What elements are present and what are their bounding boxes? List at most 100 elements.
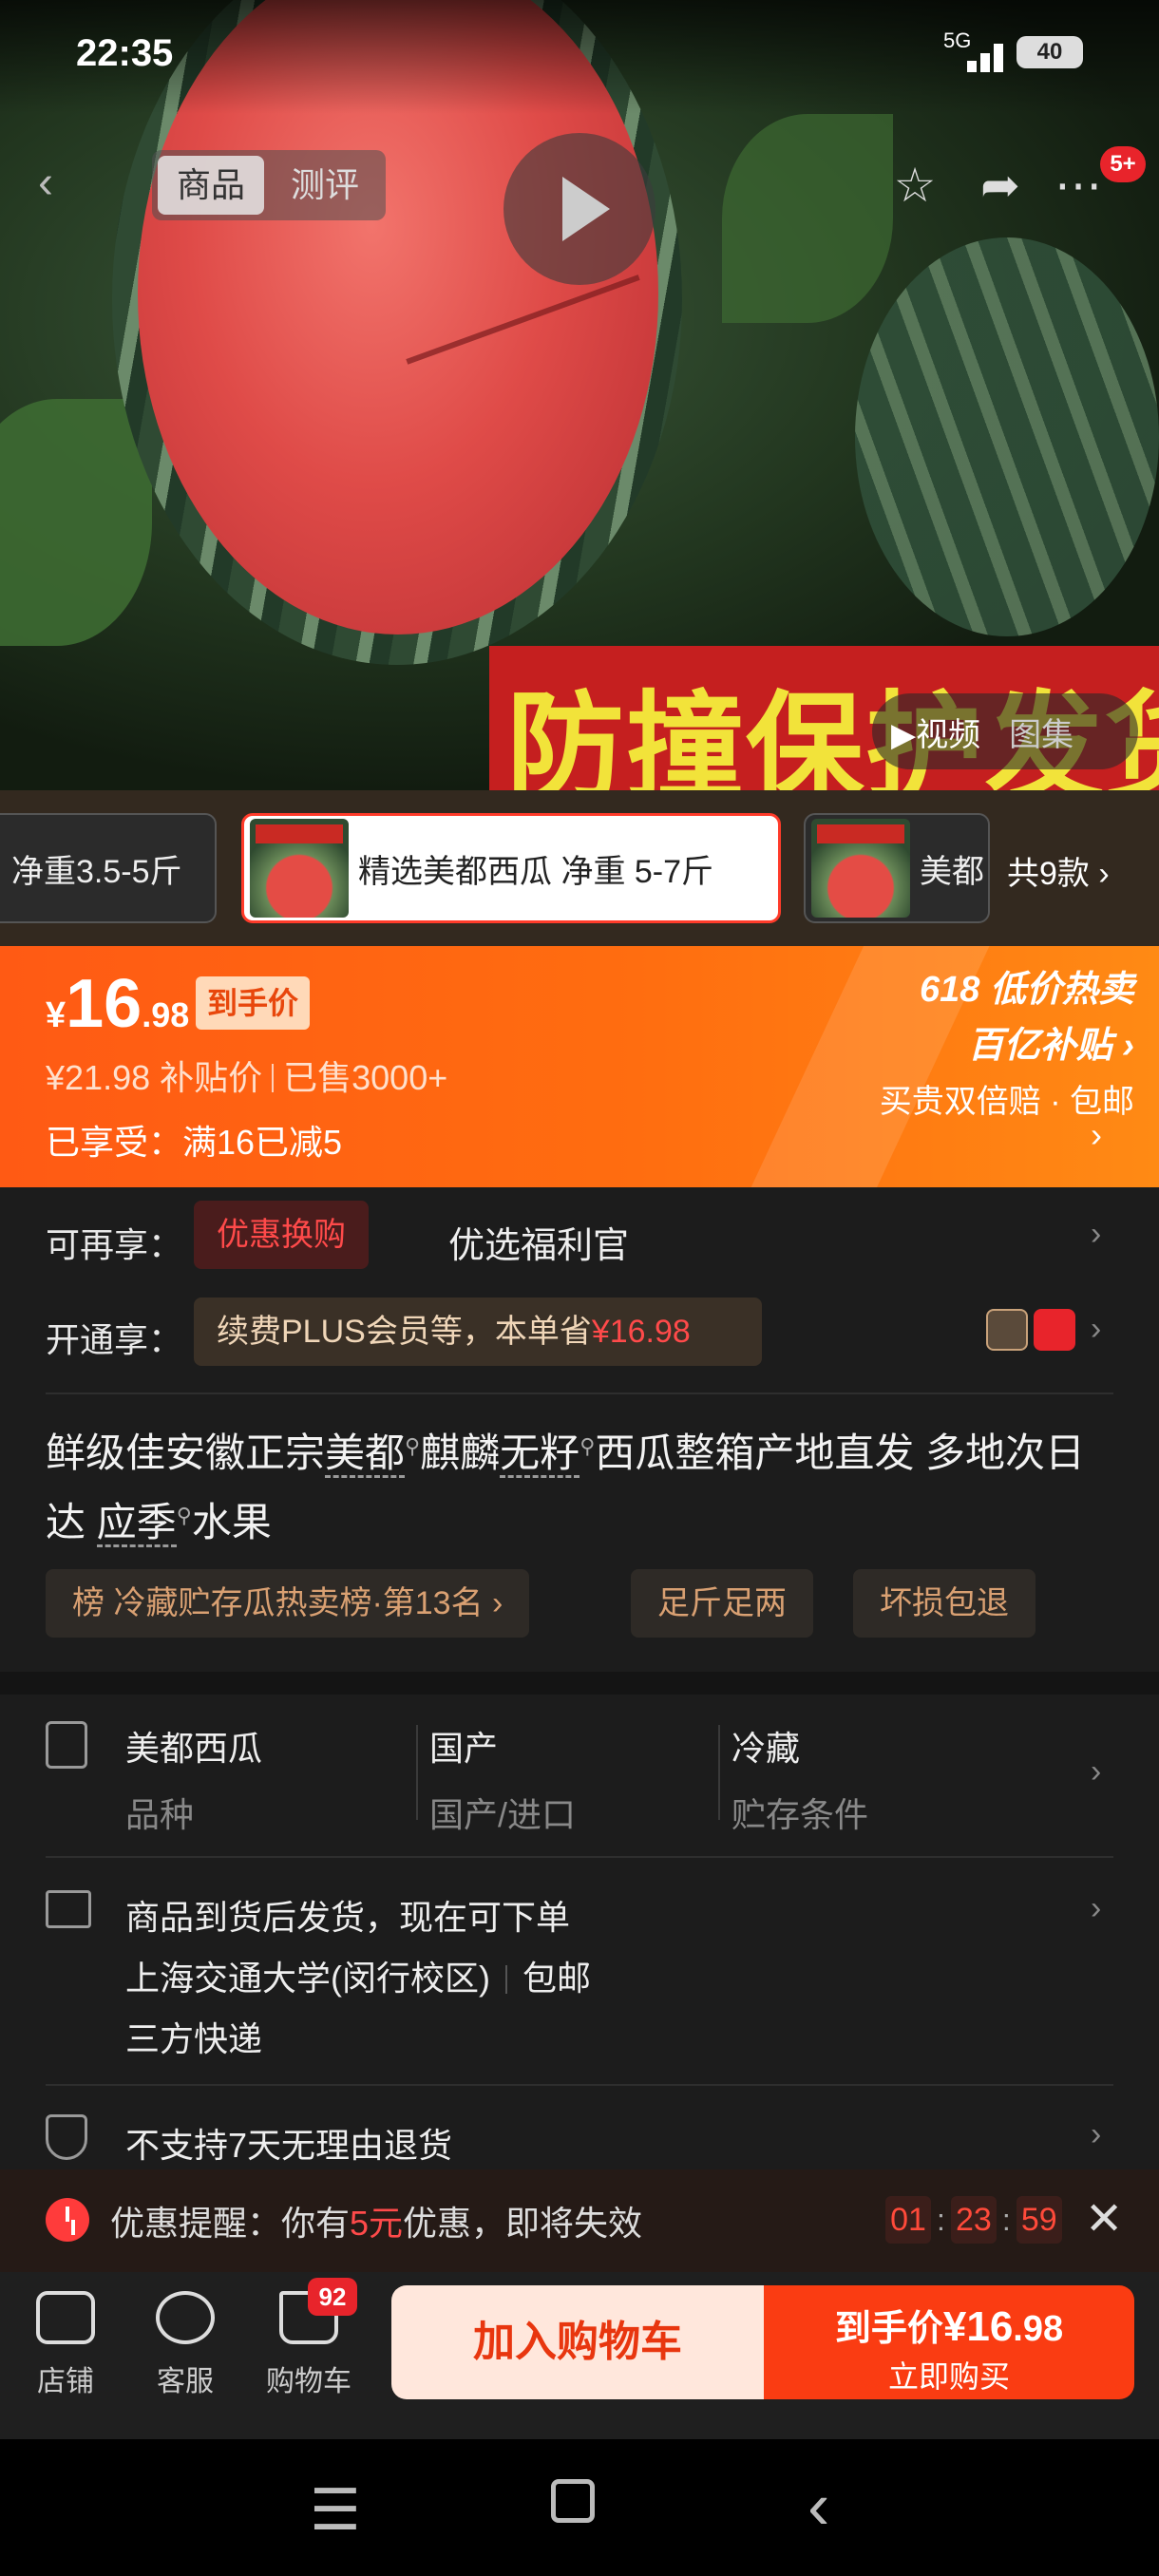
back-nav-icon[interactable]: ‹ — [808, 2468, 829, 2544]
battery-icon: 40 — [1016, 36, 1083, 68]
shipping-carrier: 三方快递 — [125, 2019, 263, 2058]
store-label: 店铺 — [37, 2366, 94, 2397]
media-tab-video[interactable]: ▶视频 — [891, 709, 980, 755]
title-text: 麒麟 — [420, 1430, 501, 1475]
title-keyword[interactable]: 应季 — [96, 1500, 177, 1547]
chevron-right-icon[interactable]: › — [1091, 1311, 1101, 1348]
timer-seconds: 59 — [1016, 2196, 1062, 2244]
attribute-origin[interactable]: 国产 国产/进口 — [429, 1721, 576, 1837]
tab-product[interactable]: 商品 — [158, 156, 264, 215]
welfare-text[interactable]: 优选福利官 — [448, 1216, 629, 1268]
title-keyword[interactable]: 美都 — [325, 1430, 406, 1478]
plus-text: 续费PLUS会员等，本单省 — [217, 1314, 592, 1350]
search-icon: ⚲ — [176, 1504, 192, 1527]
crown-icon — [986, 1309, 1028, 1351]
play-icon[interactable] — [504, 133, 656, 285]
divider — [46, 1856, 1113, 1858]
buy-now-button[interactable]: 到手价¥16.98 立即购买 — [764, 2285, 1134, 2399]
countdown-timer: 01: 23: 59 — [885, 2196, 1062, 2244]
attribute-key: 国产/进口 — [429, 1795, 577, 1834]
product-title: 鲜级佳安徽正宗美都⚲麒麟无籽⚲西瓜整箱产地直发 多地次日达 应季⚲水果 — [46, 1415, 1119, 1554]
top-tabs: 商品 测评 — [152, 150, 386, 220]
plus-row-label: 开通享： — [46, 1320, 183, 1359]
attribute-key: 品种 — [125, 1795, 195, 1834]
attribute-value: 冷藏 — [732, 1729, 801, 1768]
variant-label: 精选美都西瓜 净重 5-7斤 — [358, 853, 714, 890]
discount-applied[interactable]: 已享受：满16已减5 — [46, 1115, 342, 1165]
variant-count-button[interactable]: 共9款 › — [1007, 847, 1110, 894]
title-keyword[interactable]: 无籽 — [500, 1430, 580, 1478]
close-icon[interactable]: ✕ — [1085, 2192, 1123, 2245]
shipping-destination[interactable]: 上海交通大学(闵行校区) 包邮 — [125, 1951, 591, 2000]
add-to-cart-button[interactable]: 加入购物车 — [391, 2285, 764, 2399]
background-melon — [855, 237, 1159, 636]
chevron-right-icon[interactable]: › — [1091, 1216, 1101, 1253]
promo-618: 618 低价热卖 — [920, 970, 1134, 1010]
promo-block[interactable]: 618 低价热卖 百亿补贴 › 买贵双倍赔 · 包邮 — [880, 959, 1134, 1122]
feature-tag: 坏损包退 — [853, 1569, 1036, 1638]
coupon-reminder[interactable]: 优惠提醒：你有5元优惠，即将失效 01: 23: 59 ✕ — [0, 2169, 1159, 2272]
buy-price-line: 到手价¥16.98 — [764, 2299, 1134, 2351]
price-sub: ¥21.98 补贴价 已售3000+ — [46, 1051, 447, 1100]
attribute-key: 贮存条件 — [732, 1795, 869, 1834]
free-shipping: 包邮 — [522, 1959, 591, 1998]
reminder-suffix: 优惠，即将失效 — [403, 2204, 643, 2243]
product-hero-image[interactable]: 22:35 5G 40 ‹ 商品 测评 ☆ ➦ ⋯ 5+ 防撞保护发货 ▶视频 … — [0, 0, 1159, 790]
final-price-tag: 到手价 — [196, 976, 311, 1030]
shipping-location: 上海交通大学(闵行校区) — [125, 1959, 490, 1998]
divider — [46, 1392, 1113, 1394]
leaf — [722, 114, 893, 323]
ranking-tag[interactable]: 榜 冷藏贮存瓜热卖榜·第13名 › — [46, 1569, 530, 1638]
reminder-prefix: 优惠提醒：你有 — [110, 2204, 351, 2243]
variant-option[interactable]: 美都 — [804, 813, 990, 923]
tab-review[interactable]: 测评 — [272, 156, 378, 215]
back-icon[interactable]: ‹ — [38, 157, 95, 214]
search-icon: ⚲ — [405, 1434, 421, 1458]
original-price: ¥21.98 — [46, 1058, 151, 1097]
store-icon — [36, 2291, 95, 2344]
service-button[interactable]: 客服 — [133, 2291, 238, 2399]
promo-subsidy: 百亿补贴 › — [967, 1026, 1134, 1066]
coupon-row-label: 可再享： — [46, 1225, 183, 1264]
exchange-coupon-pill[interactable]: 优惠换购 — [194, 1201, 369, 1269]
chevron-right-icon[interactable]: › — [1091, 1890, 1101, 1927]
variant-strip: 净重3.5-5斤 精选美都西瓜 净重 5-7斤 美都 共9款 › — [0, 790, 1159, 946]
star-icon[interactable]: ☆ — [882, 152, 948, 218]
search-icon: ⚲ — [580, 1434, 596, 1458]
variant-option-selected[interactable]: 精选美都西瓜 净重 5-7斤 — [241, 813, 781, 923]
status-bar: 22:35 5G 40 — [0, 0, 1159, 114]
plus-membership-pill[interactable]: 续费PLUS会员等，本单省¥16.98 — [194, 1297, 762, 1366]
sold-count: 已售3000+ — [283, 1058, 448, 1097]
store-button[interactable]: 店铺 — [13, 2291, 118, 2399]
chevron-right-icon[interactable]: › — [1091, 2116, 1101, 2153]
attribute-storage[interactable]: 冷藏 贮存条件 — [732, 1721, 868, 1837]
price-main: ¥16.98 — [46, 965, 189, 1043]
message-badge: 5+ — [1100, 146, 1146, 182]
variant-thumbnail — [811, 819, 910, 918]
promo-guarantee: 买贵双倍赔 · 包邮 — [879, 1084, 1134, 1120]
media-tab-gallery[interactable]: 图集 — [1009, 709, 1074, 755]
feature-tag: 足斤足两 — [631, 1569, 813, 1638]
timer-minutes: 23 — [950, 2196, 997, 2244]
attribute-value: 国产 — [429, 1729, 499, 1768]
divider — [416, 1725, 418, 1820]
status-time: 22:35 — [76, 32, 174, 74]
price-decimal: .98 — [142, 995, 190, 1034]
reminder-amount: 5元 — [350, 2204, 404, 2243]
divider — [718, 1725, 720, 1820]
wallet-icon — [1034, 1309, 1075, 1351]
price-panel: ¥16.98 到手价 ¥21.98 补贴价 已售3000+ 已享受：满16已减5 … — [0, 946, 1159, 1187]
attribute-value: 美都西瓜 — [125, 1729, 263, 1768]
system-navigation: ☰ ‹ — [0, 2439, 1159, 2576]
menu-icon[interactable]: ☰ — [310, 2477, 361, 2544]
attribute-variety[interactable]: 美都西瓜 品种 — [125, 1721, 262, 1837]
share-icon[interactable]: ➦ — [967, 152, 1034, 218]
clock-icon — [46, 2198, 89, 2242]
bottom-action-bar: 店铺 客服 购物车 92 加入购物车 到手价¥16.98 立即购买 — [0, 2272, 1159, 2439]
return-policy[interactable]: 不支持7天无理由退货 — [125, 2118, 452, 2168]
home-icon[interactable] — [551, 2479, 595, 2523]
service-label: 客服 — [157, 2366, 214, 2397]
chevron-right-icon[interactable]: › — [1091, 1753, 1101, 1790]
variant-option[interactable]: 净重3.5-5斤 — [0, 813, 217, 923]
plus-icons — [986, 1309, 1075, 1351]
